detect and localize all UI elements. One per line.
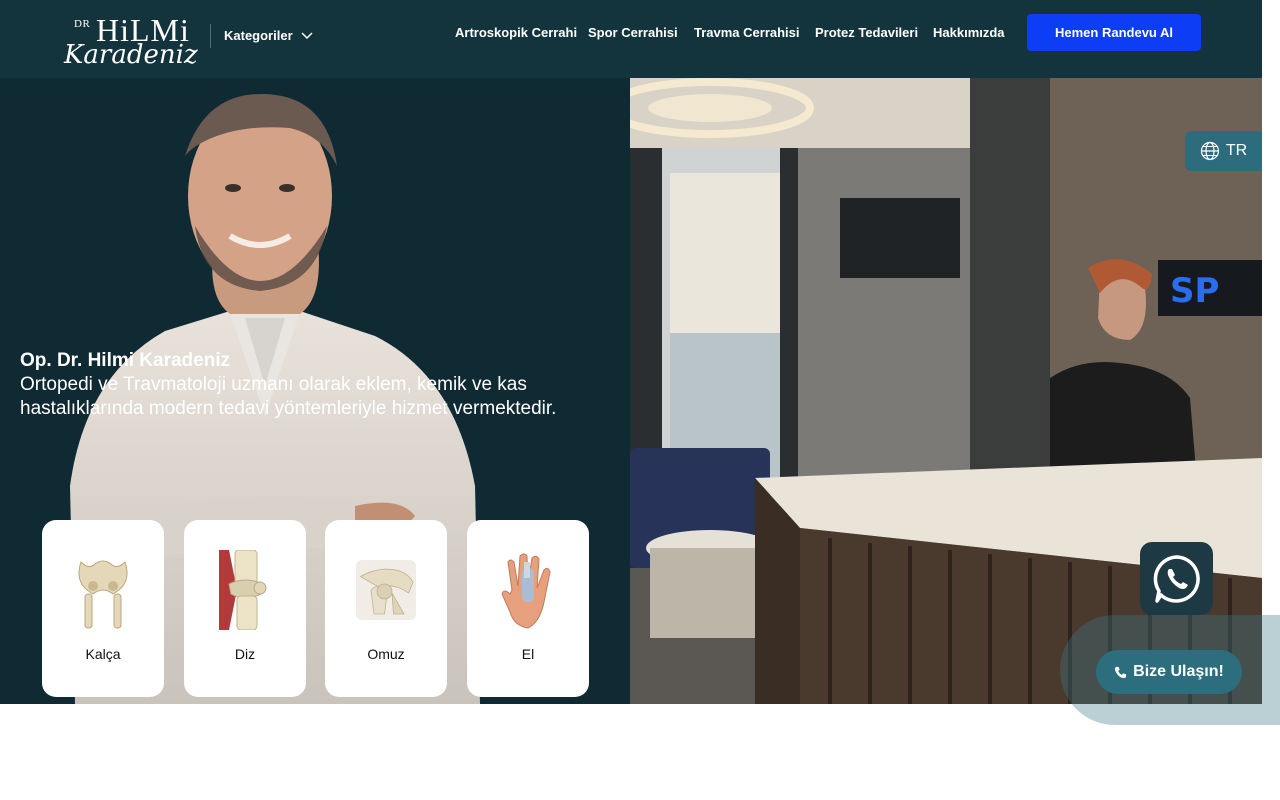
knee-joint-icon (219, 550, 267, 630)
contact-us-label: Bize Ulaşın! (1133, 663, 1224, 680)
doctor-name: Op. Dr. Hilmi Karadeniz (20, 350, 231, 371)
chevron-down-icon (301, 31, 313, 39)
category-card-omuz[interactable]: Omuz (325, 520, 447, 697)
nav-protez-tedavileri[interactable]: Protez Tedavileri (815, 25, 918, 40)
hip-bone-icon (78, 560, 128, 629)
doctor-intro: Op. Dr. Hilmi Karadeniz Ortopedi ve Trav… (20, 349, 620, 421)
language-code: TR (1225, 142, 1248, 159)
contact-us-button[interactable]: Bize Ulaşın! (1096, 650, 1242, 694)
nav-travma-cerrahisi[interactable]: Travma Cerrahisi (694, 25, 800, 40)
hero-section: Op. Dr. Hilmi Karadeniz Ortopedi ve Trav… (0, 78, 1262, 704)
phone-icon (1115, 666, 1127, 678)
hero-doctor-panel: Op. Dr. Hilmi Karadeniz Ortopedi ve Trav… (0, 78, 630, 704)
appointment-button[interactable]: Hemen Randevu Al (1027, 14, 1201, 51)
header-divider (210, 24, 211, 48)
categories-label: Kategoriler (224, 28, 293, 43)
clinic-sign-text: SP (1170, 271, 1219, 311)
nav-artroskopik-cerrahi[interactable]: Artroskopik Cerrahi (455, 25, 577, 40)
globe-icon (1200, 141, 1219, 161)
site-header: DR HiLMi Karadeniz Kategoriler Artroskop… (0, 0, 1262, 78)
shoulder-joint-icon (356, 560, 416, 620)
categories-dropdown[interactable]: Kategoriler (224, 28, 313, 43)
category-card-el[interactable]: El (467, 520, 589, 697)
hand-icon (501, 553, 551, 629)
category-label: Kalça (85, 646, 121, 662)
site-logo[interactable]: DR HiLMi Karadeniz (62, 12, 198, 70)
doctor-description: Ortopedi ve Travmatoloji uzmanı olarak e… (20, 374, 557, 419)
logo-last-name: Karadeniz (64, 40, 198, 70)
nav-spor-cerrahisi[interactable]: Spor Cerrahisi (588, 25, 678, 40)
category-label: Diz (234, 646, 256, 662)
whatsapp-icon (1153, 554, 1200, 603)
category-label: El (521, 646, 535, 662)
nav-hakkimizda[interactable]: Hakkımızda (933, 25, 1005, 40)
language-selector[interactable]: TR (1185, 131, 1262, 171)
category-label: Omuz (367, 646, 405, 662)
logo-dr: DR (74, 18, 91, 30)
category-card-kalca[interactable]: Kalça (42, 520, 164, 697)
category-card-diz[interactable]: Diz (184, 520, 306, 697)
page: DR HiLMi Karadeniz Kategoriler Artroskop… (0, 0, 1280, 800)
whatsapp-button[interactable] (1140, 542, 1213, 615)
